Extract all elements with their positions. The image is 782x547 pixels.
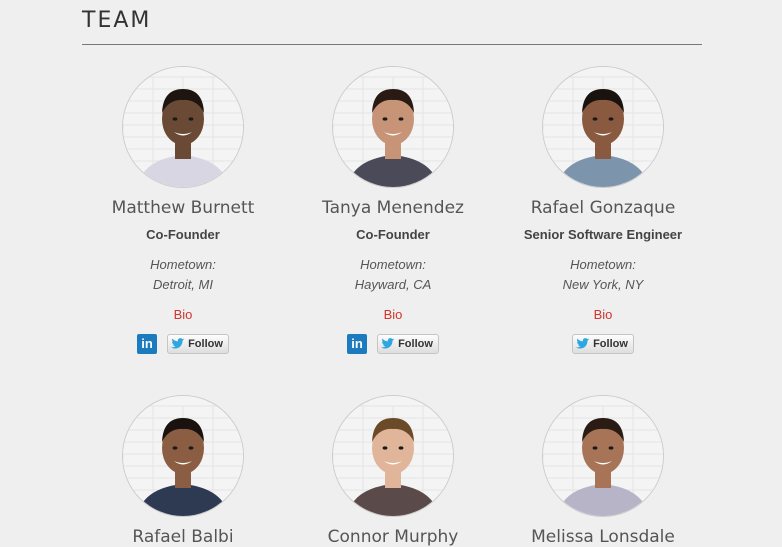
bio-link[interactable]: Bio — [293, 307, 493, 322]
hometown-value: Hayward, CA — [354, 277, 432, 292]
portrait-photo — [123, 396, 243, 516]
hometown-value: New York, NY — [562, 277, 644, 292]
follow-label: Follow — [593, 338, 628, 350]
title-divider — [82, 44, 702, 45]
bio-link[interactable]: Bio — [503, 307, 703, 322]
twitter-bird-icon — [381, 338, 395, 350]
hometown-label: Hometown: — [360, 257, 426, 272]
linkedin-icon[interactable]: in — [137, 334, 158, 354]
bio-link[interactable]: Bio — [83, 307, 283, 322]
member-role: Co-Founder — [146, 227, 220, 242]
portrait-photo — [123, 67, 243, 187]
twitter-bird-icon — [576, 338, 590, 350]
avatar — [122, 395, 244, 517]
hometown-label: Hometown: — [570, 257, 636, 272]
social-links: Follow — [503, 334, 703, 354]
page-title: TEAM — [82, 8, 152, 33]
twitter-bird-icon — [171, 338, 185, 350]
twitter-follow-button[interactable]: Follow — [572, 334, 634, 354]
twitter-follow-button[interactable]: Follow — [167, 334, 229, 354]
team-member-card: Connor Murphy — [293, 395, 493, 547]
hometown-value: Detroit, MI — [153, 277, 213, 292]
avatar — [332, 395, 454, 517]
member-name: Tanya Menendez — [322, 198, 464, 218]
social-links: in Follow — [83, 334, 283, 354]
portrait-photo — [333, 67, 453, 187]
member-role: Co-Founder — [356, 227, 430, 242]
team-member-card: Rafael Gonzaque Senior Software Engineer… — [503, 66, 703, 366]
member-name: Rafael Balbi — [132, 527, 234, 547]
portrait-photo — [543, 396, 663, 516]
avatar — [122, 66, 244, 188]
member-name: Matthew Burnett — [111, 198, 255, 218]
avatar — [332, 66, 454, 188]
social-links: in Follow — [293, 334, 493, 354]
hometown-label: Hometown: — [150, 257, 216, 272]
team-member-card: Tanya Menendez Co-Founder Hometown: Hayw… — [293, 66, 493, 366]
follow-label: Follow — [188, 338, 223, 350]
linkedin-icon[interactable]: in — [347, 334, 368, 354]
member-name: Rafael Gonzaque — [530, 198, 676, 218]
team-member-card: Rafael Balbi — [83, 395, 283, 547]
team-member-card: Matthew Burnett Co-Founder Hometown: Det… — [83, 66, 283, 366]
member-name: Melissa Lonsdale — [531, 527, 675, 547]
portrait-photo — [333, 396, 453, 516]
member-name: Connor Murphy — [327, 527, 459, 547]
member-role: Senior Software Engineer — [523, 227, 683, 242]
follow-label: Follow — [398, 338, 433, 350]
avatar — [542, 66, 664, 188]
team-member-card: Melissa Lonsdale — [503, 395, 703, 547]
portrait-photo — [543, 67, 663, 187]
avatar — [542, 395, 664, 517]
twitter-follow-button[interactable]: Follow — [377, 334, 439, 354]
